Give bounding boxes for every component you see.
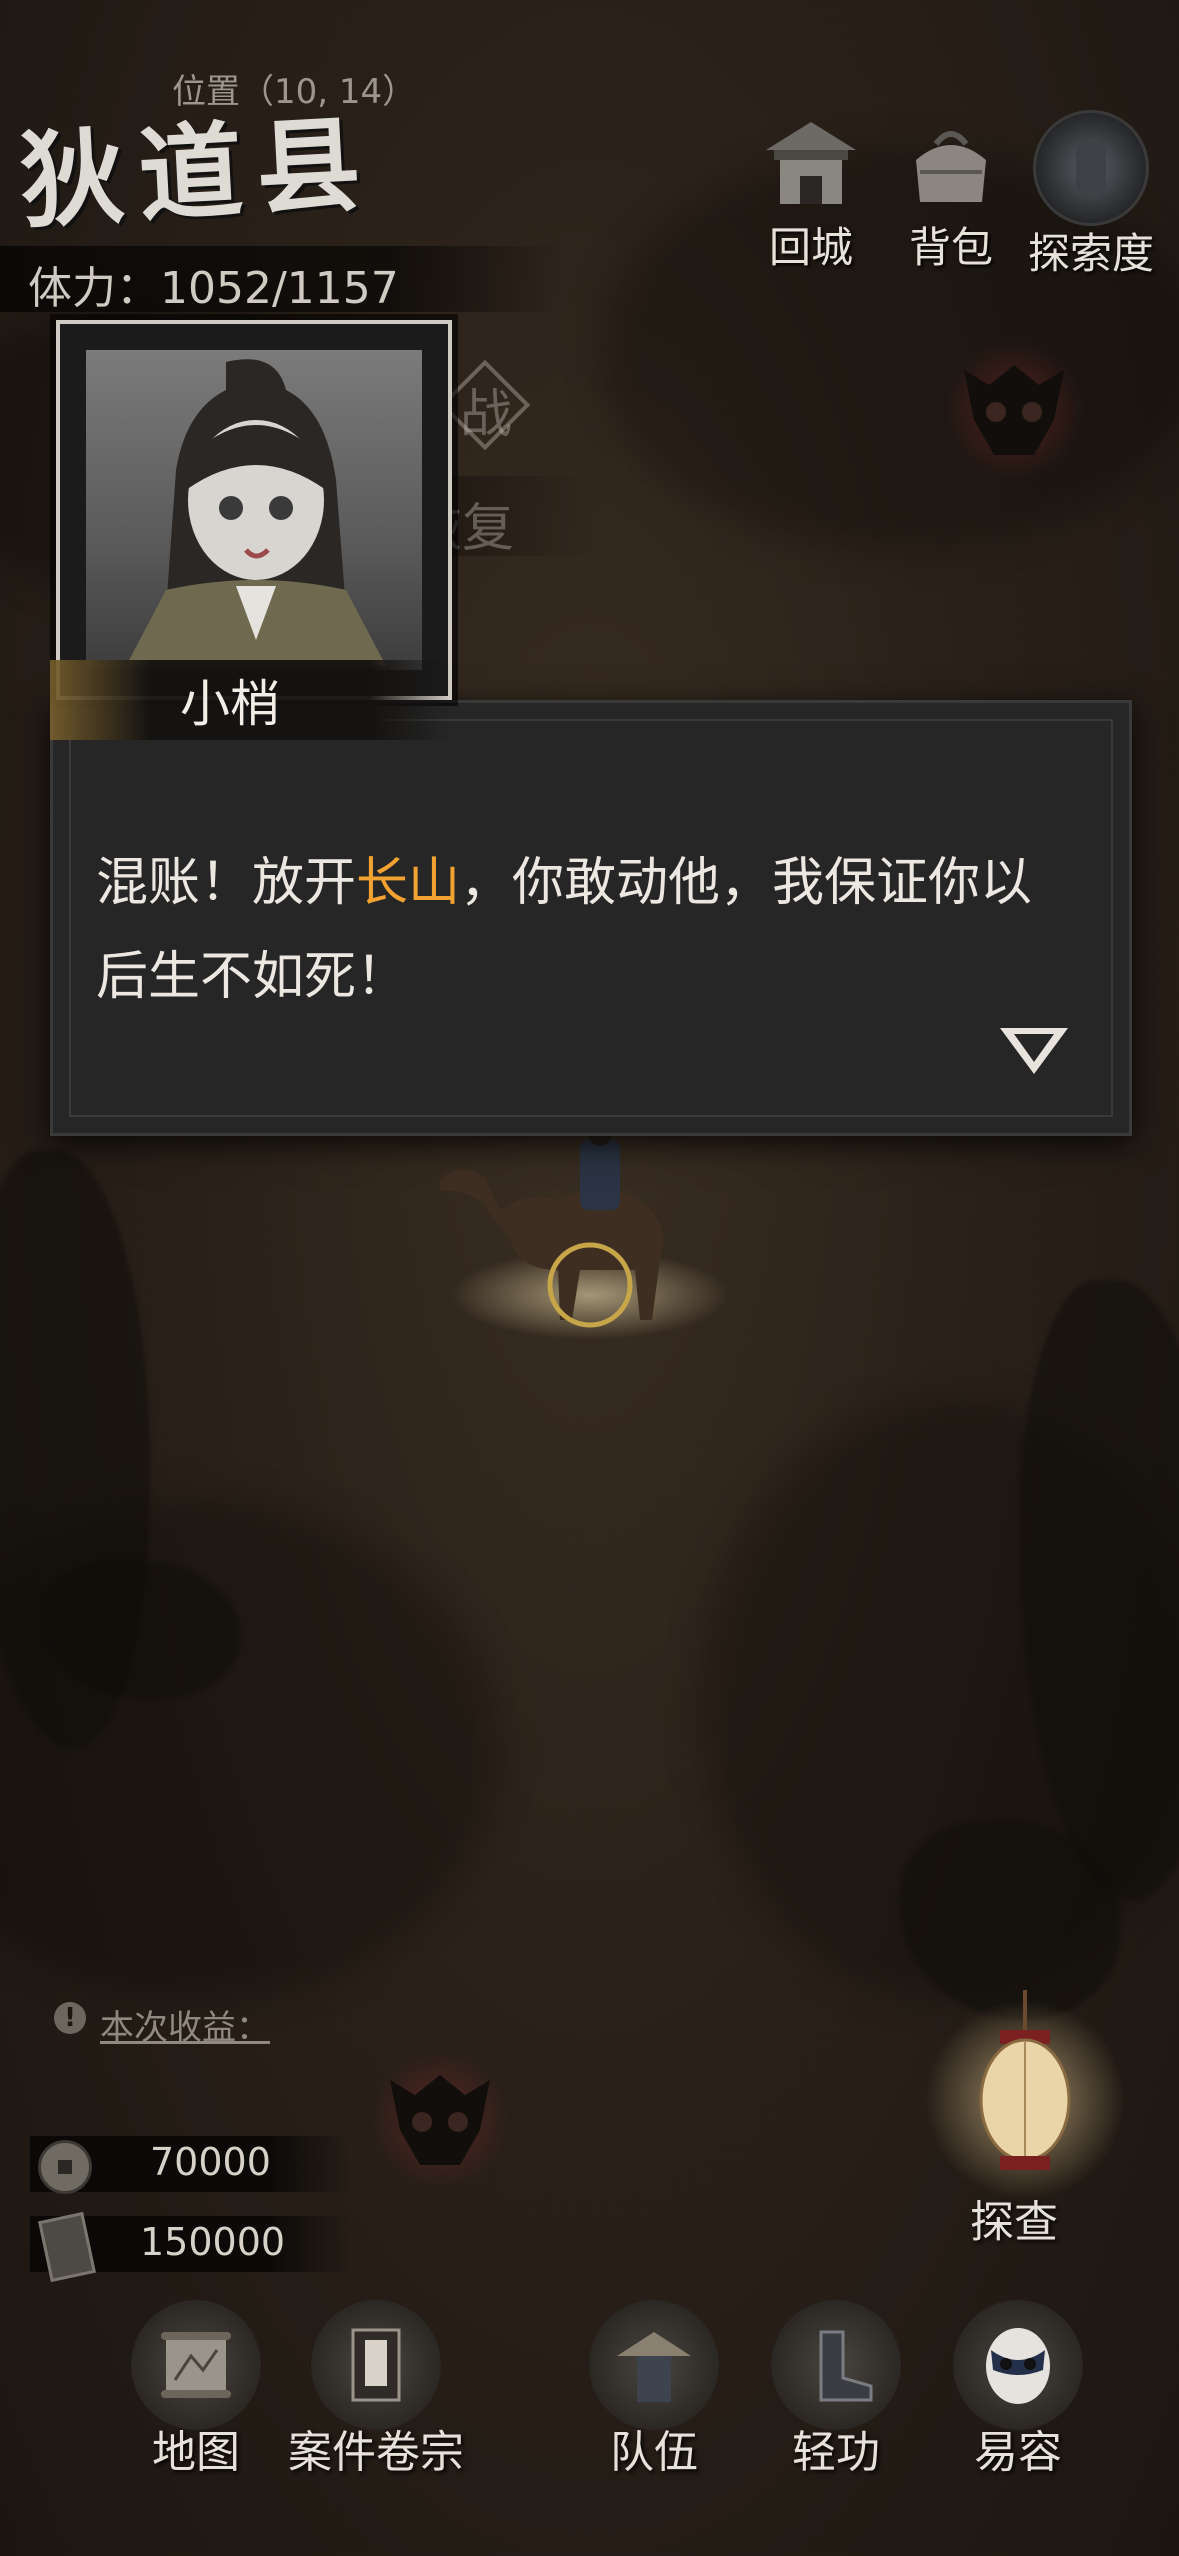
speaker-portrait <box>56 320 452 700</box>
exploration-label: 探索度 <box>1027 229 1154 278</box>
explore-orb-icon <box>1033 110 1149 226</box>
dialog-highlight-name: 长山 <box>356 853 461 913</box>
stamina-readout: 体力：1052/1157 <box>28 263 399 314</box>
map-label: 地图 <box>152 2427 240 2478</box>
battle-badge-label: 战 <box>460 385 513 445</box>
scroll-book-icon <box>38 2211 96 2283</box>
qinggong-button[interactable]: 轻功 <box>736 2300 936 2480</box>
exp-earnings-value: 150000 <box>140 2220 286 2264</box>
disguise-button[interactable]: 易容 <box>918 2300 1118 2480</box>
dialog-text-start: 混账！放开 <box>96 853 357 913</box>
demon-mask-icon[interactable] <box>944 340 1084 480</box>
qinggong-label: 轻功 <box>792 2427 880 2478</box>
earnings-label[interactable]: 本次收益： <box>100 2000 270 2049</box>
bundle-bag-icon <box>896 110 1006 220</box>
case-files-button[interactable]: 案件卷宗 <box>276 2300 476 2480</box>
map-button[interactable]: 地图 <box>96 2300 296 2480</box>
exploration-button[interactable]: 探索度 <box>1026 110 1156 281</box>
coin-earnings-row: 70000 <box>30 2136 350 2194</box>
info-icon: ! <box>54 2002 86 2034</box>
player-camel-rider[interactable] <box>430 1120 690 1340</box>
coin-earnings-value: 70000 <box>150 2140 271 2184</box>
return-town-label: 回城 <box>768 223 853 272</box>
boots-icon <box>771 2300 901 2430</box>
opera-mask-icon <box>953 2300 1083 2430</box>
return-town-button[interactable]: 回城 <box>746 110 876 275</box>
speaker-name: 小梢 <box>180 675 280 733</box>
scroll-map-icon <box>131 2300 261 2430</box>
dialog-next-arrow-icon[interactable] <box>994 1022 1074 1082</box>
county-name: 狄道县 <box>17 101 378 244</box>
exp-earnings-row: 150000 <box>30 2211 350 2283</box>
team-label: 队伍 <box>610 2427 698 2478</box>
dialog-text: 混账！放开长山，你敢动他，我保证你以后生不如死！ <box>96 836 1076 1024</box>
backpack-button[interactable]: 背包 <box>886 110 1016 275</box>
demon-mask-icon[interactable] <box>370 2050 510 2190</box>
straw-hat-team-icon <box>589 2300 719 2430</box>
case-file-icon <box>311 2300 441 2430</box>
coin-icon <box>38 2140 92 2194</box>
case-files-label: 案件卷宗 <box>288 2427 464 2478</box>
disguise-label: 易容 <box>974 2427 1062 2478</box>
battle-badge[interactable]: 战 <box>439 359 531 451</box>
backpack-label: 背包 <box>908 223 993 272</box>
team-button[interactable]: 队伍 <box>554 2300 754 2480</box>
town-gate-icon <box>756 110 866 220</box>
explore-label: 探查 <box>970 2197 1058 2248</box>
